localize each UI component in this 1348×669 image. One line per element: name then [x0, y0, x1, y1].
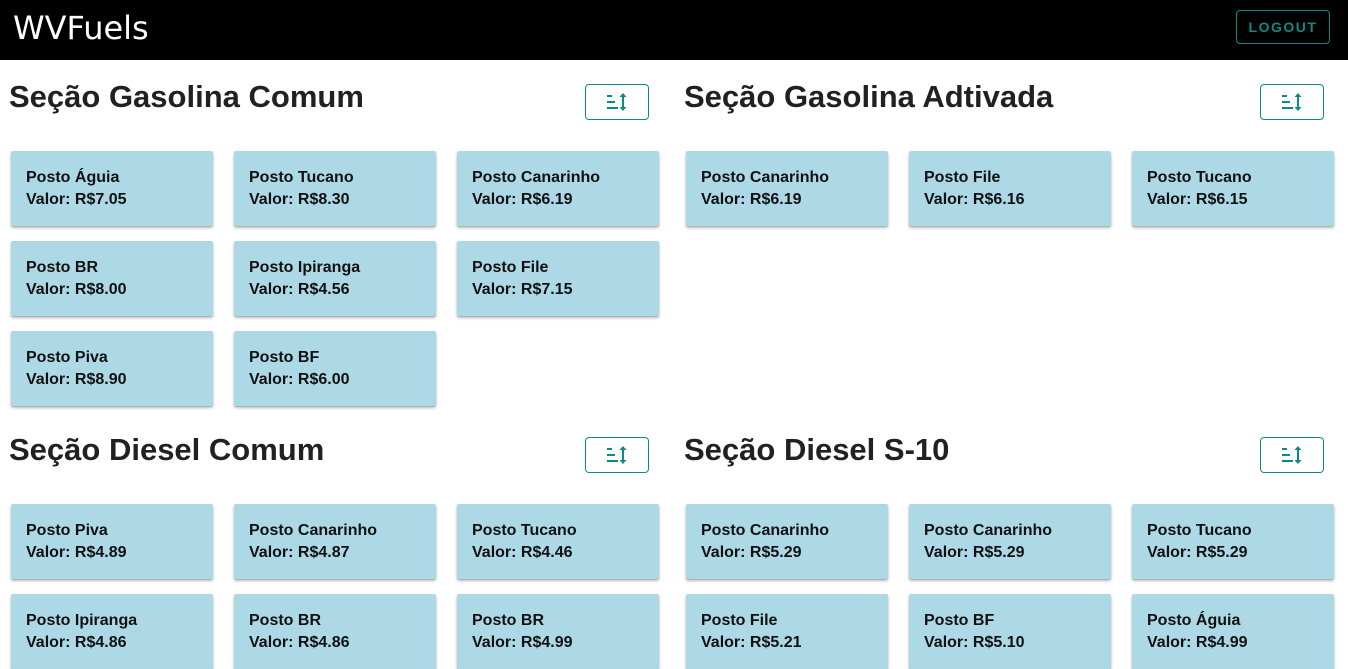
station-card: Posto Canarinho Valor: R$6.19	[686, 151, 888, 226]
station-price: Valor: R$6.16	[924, 191, 1025, 208]
station-name: Posto BR	[472, 612, 544, 629]
station-name: Posto Tucano	[1147, 169, 1252, 186]
station-card: Posto Águia Valor: R$4.99	[1132, 594, 1334, 669]
station-card: Posto Tucano Valor: R$4.46	[457, 504, 659, 579]
station-card: Posto BR Valor: R$4.86	[234, 594, 436, 669]
station-price: Valor: R$4.99	[472, 634, 573, 651]
station-card: Posto Tucano Valor: R$6.15	[1132, 151, 1334, 226]
station-name: Posto Canarinho	[701, 169, 830, 186]
station-card: Posto Tucano Valor: R$8.30	[234, 151, 436, 226]
station-name: Posto Piva	[26, 349, 108, 366]
station-price: Valor: R$5.29	[924, 544, 1025, 561]
section-title: Seção Gasolina Comum	[9, 79, 364, 114]
station-card: Posto File Valor: R$5.21	[686, 594, 888, 669]
station-price: Valor: R$6.19	[701, 191, 802, 208]
sort-icon	[1282, 93, 1302, 111]
station-price: Valor: R$4.89	[26, 544, 127, 561]
station-card: Posto Piva Valor: R$8.90	[11, 331, 213, 406]
station-name: Posto BF	[249, 349, 320, 366]
station-price: Valor: R$8.30	[249, 191, 350, 208]
station-price: Valor: R$6.00	[249, 371, 350, 388]
station-card: Posto BF Valor: R$5.10	[909, 594, 1111, 669]
station-price: Valor: R$6.15	[1147, 191, 1248, 208]
station-card: Posto BR Valor: R$4.99	[457, 594, 659, 669]
sort-icon	[607, 93, 627, 111]
station-card: Posto Ipiranga Valor: R$4.56	[234, 241, 436, 316]
station-name: Posto Águia	[26, 169, 120, 186]
station-price: Valor: R$5.29	[701, 544, 802, 561]
station-name: Posto Canarinho	[701, 522, 830, 539]
station-name: Posto Tucano	[249, 169, 354, 186]
station-price: Valor: R$5.29	[1147, 544, 1248, 561]
station-name: Posto File	[472, 259, 549, 276]
section-title: Seção Diesel Comum	[9, 432, 325, 467]
station-name: Posto Canarinho	[924, 522, 1053, 539]
station-card: Posto Piva Valor: R$4.89	[11, 504, 213, 579]
section-title: Seção Gasolina Adtivada	[684, 79, 1054, 114]
station-price: Valor: R$8.90	[26, 371, 127, 388]
station-price: Valor: R$4.86	[26, 634, 127, 651]
station-name: Posto Tucano	[1147, 522, 1252, 539]
station-name: Posto Tucano	[472, 522, 577, 539]
station-card: Posto Canarinho Valor: R$4.87	[234, 504, 436, 579]
station-card: Posto Ipiranga Valor: R$4.86	[11, 594, 213, 669]
station-name: Posto Águia	[1147, 612, 1241, 629]
station-price: Valor: R$4.99	[1147, 634, 1248, 651]
station-name: Posto BR	[26, 259, 98, 276]
station-price: Valor: R$5.10	[924, 634, 1025, 651]
station-price: Valor: R$8.00	[26, 281, 127, 298]
sort-button[interactable]	[1260, 84, 1324, 120]
section-title: Seção Diesel S-10	[684, 432, 950, 467]
station-name: Posto Canarinho	[472, 169, 601, 186]
station-price: Valor: R$4.86	[249, 634, 350, 651]
sort-icon	[1282, 446, 1302, 464]
station-card: Posto Canarinho Valor: R$6.19	[457, 151, 659, 226]
station-name: Posto Canarinho	[249, 522, 378, 539]
station-price: Valor: R$7.05	[26, 191, 127, 208]
station-card: Posto File Valor: R$7.15	[457, 241, 659, 316]
sort-button[interactable]	[585, 437, 649, 473]
station-card: Posto BF Valor: R$6.00	[234, 331, 436, 406]
station-name: Posto BF	[924, 612, 995, 629]
station-name: Posto Piva	[26, 522, 108, 539]
station-card: Posto Canarinho Valor: R$5.29	[909, 504, 1111, 579]
logout-button[interactable]: LOGOUT	[1236, 10, 1330, 44]
sort-icon	[607, 446, 627, 464]
station-price: Valor: R$4.46	[472, 544, 573, 561]
top-app-bar: WVFuels LOGOUT	[0, 0, 1348, 60]
station-name: Posto File	[924, 169, 1001, 186]
station-price: Valor: R$5.21	[701, 634, 802, 651]
station-price: Valor: R$6.19	[472, 191, 573, 208]
station-card: Posto Canarinho Valor: R$5.29	[686, 504, 888, 579]
station-name: Posto Ipiranga	[249, 259, 361, 276]
station-price: Valor: R$4.56	[249, 281, 350, 298]
station-card: Posto Águia Valor: R$7.05	[11, 151, 213, 226]
station-card: Posto BR Valor: R$8.00	[11, 241, 213, 316]
station-name: Posto File	[701, 612, 778, 629]
station-card: Posto Tucano Valor: R$5.29	[1132, 504, 1334, 579]
station-name: Posto Ipiranga	[26, 612, 138, 629]
station-card: Posto File Valor: R$6.16	[909, 151, 1111, 226]
app-title: WVFuels	[13, 9, 149, 47]
sort-button[interactable]	[585, 84, 649, 120]
station-price: Valor: R$7.15	[472, 281, 573, 298]
station-price: Valor: R$4.87	[249, 544, 350, 561]
sort-button[interactable]	[1260, 437, 1324, 473]
station-name: Posto BR	[249, 612, 321, 629]
